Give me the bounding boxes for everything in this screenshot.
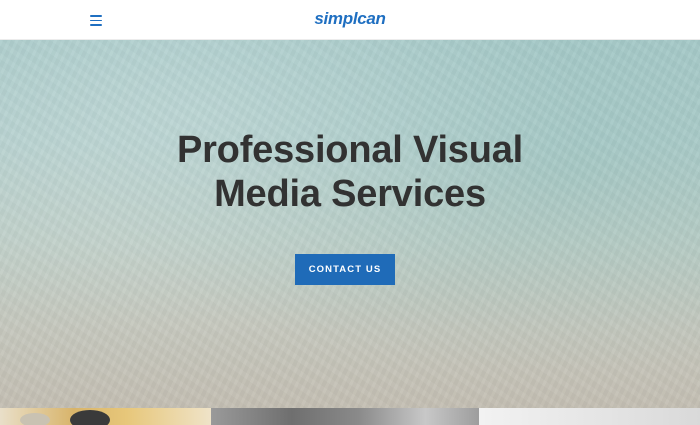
menu-bar <box>90 24 102 26</box>
gallery-image <box>0 408 211 425</box>
page: simplcan Professional Visual Media Servi… <box>0 0 700 425</box>
menu-bar <box>90 19 102 22</box>
hero-title-line-1: Professional Visual <box>176 129 524 171</box>
logo-link[interactable]: simplcan <box>314 9 386 28</box>
gallery-image <box>479 408 700 425</box>
hamburger-menu-icon[interactable] <box>86 10 106 30</box>
hero-title-line-2: Media Services <box>214 173 486 215</box>
gallery-image <box>211 408 479 425</box>
hero-title: Professional Visual Media Services <box>0 128 700 216</box>
hero-section: Professional Visual Media Services CONTA… <box>0 40 700 408</box>
hero-background-image <box>0 40 700 408</box>
contact-us-button[interactable]: CONTACT US <box>295 254 395 285</box>
site-header: simplcan <box>0 0 700 40</box>
gallery-strip <box>0 408 700 425</box>
menu-bar <box>90 15 102 17</box>
